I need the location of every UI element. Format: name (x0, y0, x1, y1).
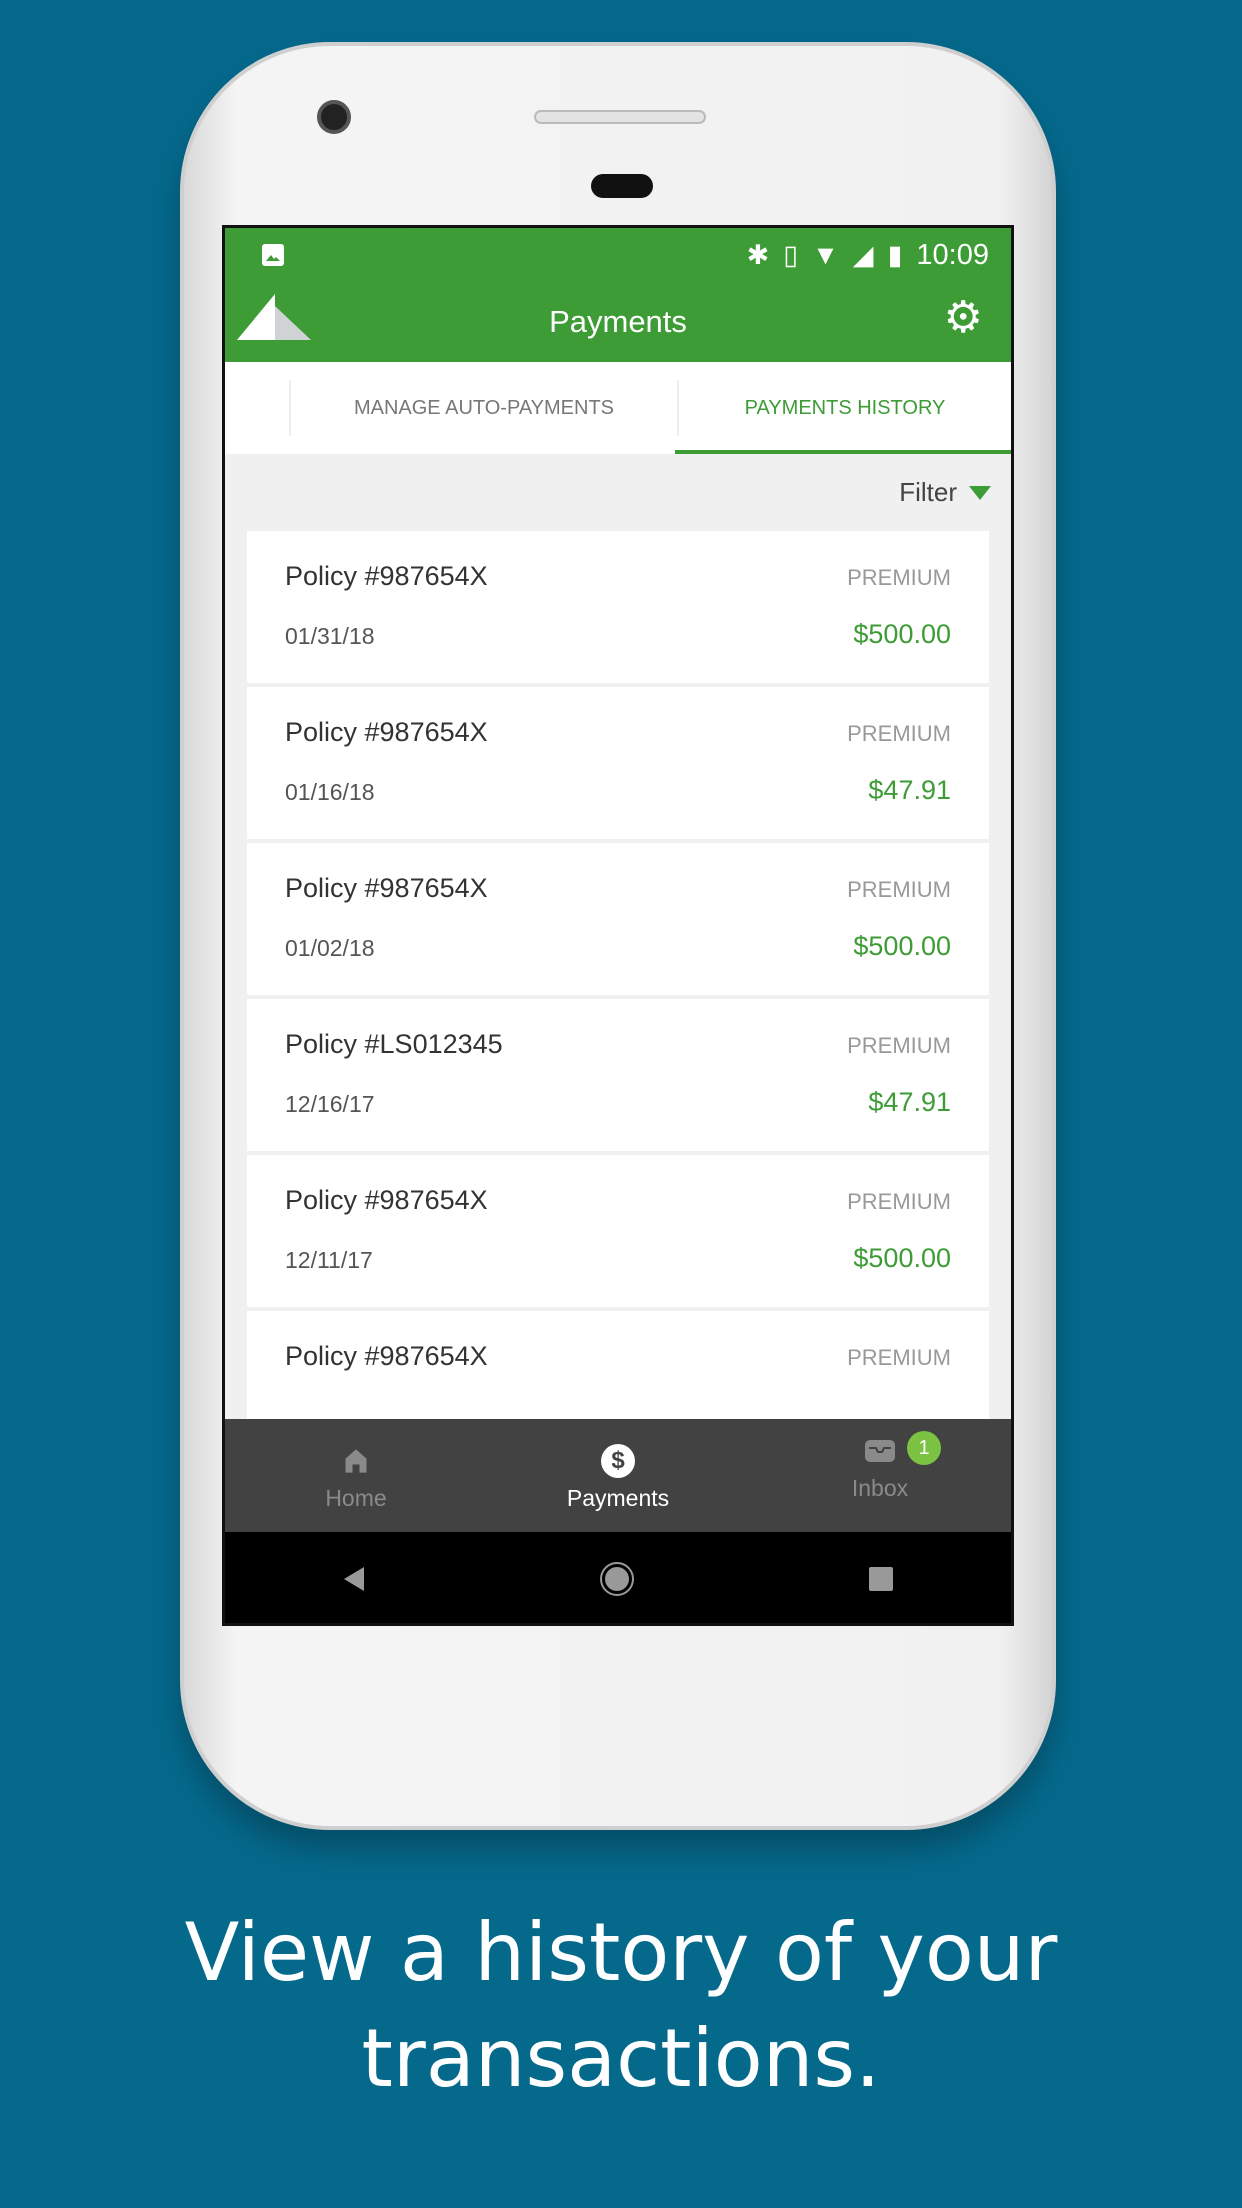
status-bar: ✱ ▯ ▼ ◢ ▮ 10:09 (225, 228, 1011, 282)
inbox-icon (865, 1440, 895, 1462)
payment-date: 12/11/17 (285, 1247, 373, 1273)
nav-inbox[interactable]: Inbox 1 (749, 1419, 1011, 1532)
tab-manage-auto-payments[interactable]: MANAGE AUTO-PAYMENTS (289, 380, 677, 436)
payment-amount: $500.00 (853, 931, 951, 961)
back-icon[interactable] (342, 1565, 366, 1593)
list-item[interactable]: Policy #987654X PREMIUM 01/02/18 $500.00 (247, 843, 989, 995)
payment-amount: $500.00 (853, 1243, 951, 1273)
vibrate-icon: ▯ (783, 239, 799, 270)
nav-home-label: Home (325, 1485, 387, 1511)
policy-number: Policy #987654X (285, 1185, 488, 1215)
recents-icon[interactable] (868, 1566, 894, 1592)
payment-amount: $47.91 (868, 1087, 951, 1117)
list-item[interactable]: Policy #987654X PREMIUM 01/31/18 $500.00 (247, 531, 989, 683)
tab-payments-history[interactable]: PAYMENTS HISTORY (677, 380, 1011, 436)
payment-date: 01/16/18 (285, 779, 375, 805)
camera (317, 100, 351, 134)
page-title: Payments (549, 304, 687, 339)
nav-inbox-label: Inbox (851, 1475, 909, 1501)
payment-amount: $500.00 (853, 619, 951, 649)
image-icon (262, 244, 284, 266)
dollar-icon: $ (601, 1444, 635, 1478)
caption: View a history of your transactions. (0, 1900, 1242, 2112)
list-item[interactable]: Policy #LS012345 PREMIUM 12/16/17 $47.91 (247, 999, 989, 1151)
status-time: 10:09 (916, 238, 989, 271)
payment-type: PREMIUM (847, 1033, 951, 1058)
caption-line-2: transactions. (361, 2012, 881, 2105)
filter-row: Filter (225, 454, 1011, 531)
payments-list: Policy #987654X PREMIUM 01/31/18 $500.00 Po… (225, 531, 1011, 1463)
payment-date: 01/02/18 (285, 935, 375, 961)
payment-date: 01/31/18 (285, 623, 375, 649)
speaker (534, 110, 706, 124)
bottom-nav: Home $ Payments Inbox 1 (225, 1419, 1011, 1532)
payment-type: PREMIUM (847, 1189, 951, 1214)
payment-amount: $47.91 (868, 775, 951, 805)
caret-down-icon[interactable] (969, 485, 991, 500)
system-nav-bar (225, 1532, 1011, 1623)
nav-home[interactable]: Home (225, 1419, 487, 1532)
gear-icon[interactable]: ⚙ (944, 292, 983, 343)
screen: ✱ ▯ ▼ ◢ ▮ 10:09 Payments ⚙ MANAGE AUTO-P… (222, 225, 1014, 1626)
filter-button[interactable]: Filter (899, 477, 957, 508)
active-tab-indicator (675, 450, 1011, 454)
home-circle-icon[interactable] (599, 1561, 635, 1597)
wifi-icon: ▼ (812, 239, 839, 270)
payment-date: 12/16/17 (285, 1091, 375, 1117)
bluetooth-icon: ✱ (746, 239, 770, 270)
policy-number: Policy #987654X (285, 1341, 488, 1371)
policy-number: Policy #LS012345 (285, 1029, 503, 1059)
list-item[interactable]: Policy #987654X PREMIUM 01/16/18 $47.91 (247, 687, 989, 839)
inbox-badge: 1 (907, 1431, 941, 1465)
policy-number: Policy #987654X (285, 561, 488, 591)
battery-icon: ▮ (887, 239, 903, 270)
app-bar: Payments ⚙ (225, 282, 1011, 362)
payment-type: PREMIUM (847, 877, 951, 902)
sensor (591, 174, 653, 198)
policy-number: Policy #987654X (285, 717, 488, 747)
payment-type: PREMIUM (847, 721, 951, 746)
nav-payments[interactable]: $ Payments (487, 1419, 749, 1532)
payment-type: PREMIUM (847, 565, 951, 590)
caption-line-1: View a history of your (184, 1906, 1058, 1999)
payment-type: PREMIUM (847, 1345, 951, 1370)
policy-number: Policy #987654X (285, 873, 488, 903)
nav-payments-label: Payments (566, 1485, 670, 1511)
signal-icon: ◢ (852, 239, 874, 270)
list-item[interactable]: Policy #987654X PREMIUM 12/11/17 $500.00 (247, 1155, 989, 1307)
home-icon (345, 1449, 367, 1473)
tab-bar: MANAGE AUTO-PAYMENTS PAYMENTS HISTORY (225, 362, 1011, 454)
